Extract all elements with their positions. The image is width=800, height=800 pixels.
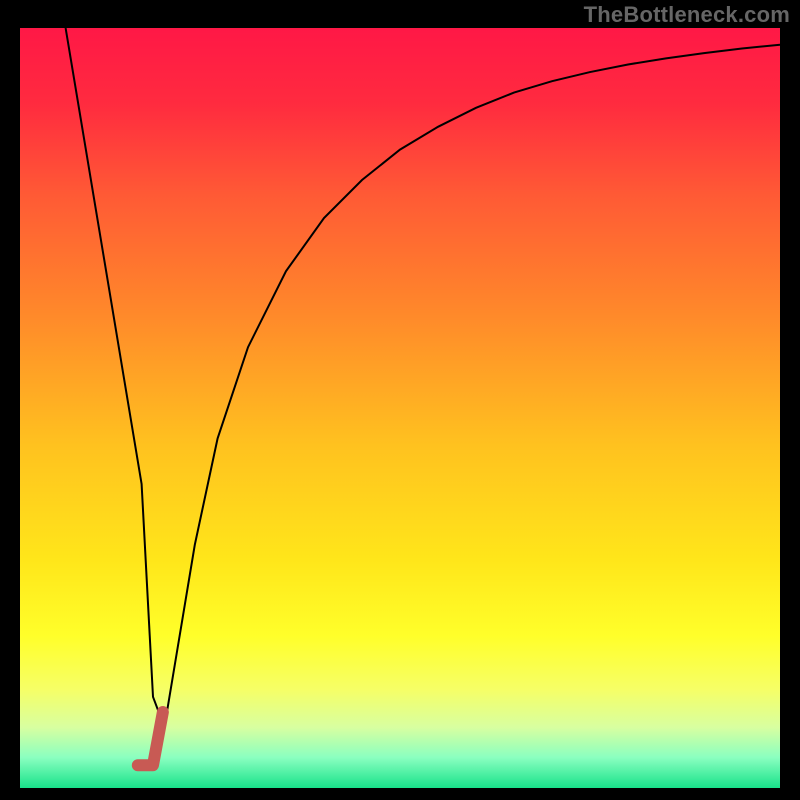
bottleneck-chart — [20, 28, 780, 788]
watermark-text: TheBottleneck.com — [584, 2, 790, 28]
gradient-background — [20, 28, 780, 788]
chart-frame: TheBottleneck.com — [0, 0, 800, 800]
